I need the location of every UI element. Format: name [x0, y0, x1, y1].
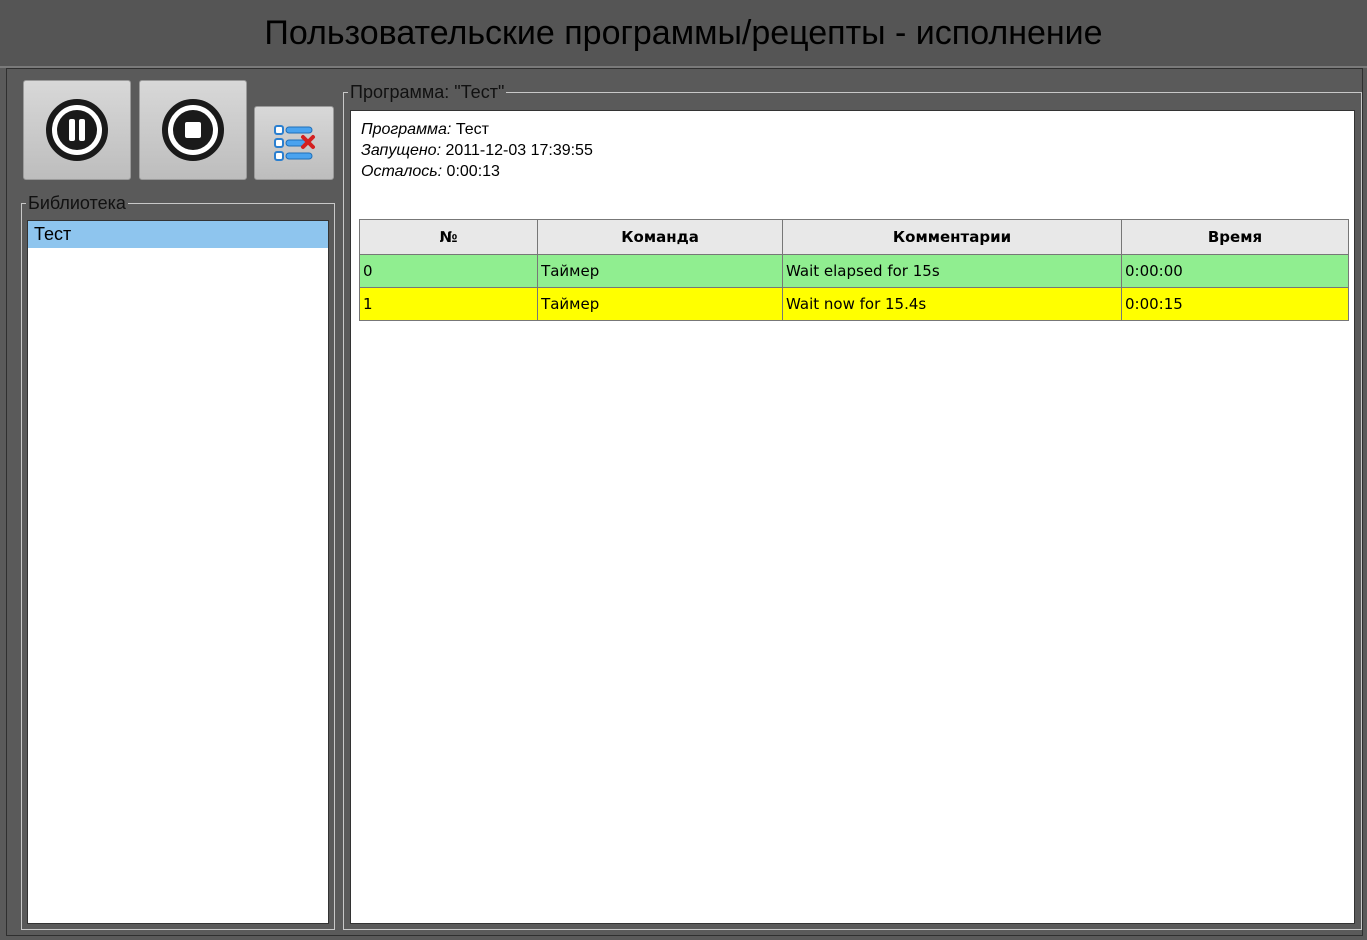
table-row[interactable]: 1 Таймер Wait now for 15.4s 0:00:15 [358, 287, 1350, 321]
program-legend: Программа: "Тест" [348, 82, 507, 102]
cell-time: 0:00:00 [1120, 254, 1350, 288]
list-remove-icon [274, 125, 315, 161]
pause-icon [46, 99, 108, 161]
cell-command: Таймер [537, 254, 784, 288]
info-remaining-label: Осталось: [361, 163, 443, 180]
commands-table[interactable]: № Команда Комментарии Время 0 Таймер Wai… [358, 219, 1350, 321]
cell-time: 0:00:15 [1120, 287, 1350, 321]
col-header-command[interactable]: Команда [537, 219, 784, 255]
cell-number: 1 [358, 287, 539, 321]
cell-comment: Wait now for 15.4s [782, 287, 1122, 321]
info-started-value: 2011-12-03 17:39:55 [445, 142, 593, 159]
pause-button[interactable] [23, 80, 131, 180]
col-header-number[interactable]: № [358, 219, 539, 255]
cell-comment: Wait elapsed for 15s [782, 254, 1122, 288]
col-header-comment[interactable]: Комментарии [782, 219, 1122, 255]
table-row[interactable]: 0 Таймер Wait elapsed for 15s 0:00:00 [358, 254, 1350, 288]
col-header-time[interactable]: Время [1120, 219, 1350, 255]
library-item[interactable]: Тест [28, 221, 328, 248]
cell-number: 0 [358, 254, 539, 288]
window-title: Пользовательские программы/рецепты - исп… [0, 0, 1367, 68]
info-started-label: Запущено: [361, 142, 442, 159]
info-program-value: Тест [455, 121, 489, 138]
table-header-row: № Команда Комментарии Время [358, 219, 1350, 255]
library-list[interactable]: Тест [27, 220, 329, 924]
program-info: Программа: Тест Запущено: 2011-12-03 17:… [361, 119, 593, 182]
info-program-line: Программа: Тест [361, 119, 593, 140]
cell-command: Таймер [537, 287, 784, 321]
info-remaining-value: 0:00:13 [446, 163, 500, 180]
stop-icon [162, 99, 224, 161]
library-legend: Библиотека [26, 193, 128, 213]
program-panel: Программа: Тест Запущено: 2011-12-03 17:… [350, 110, 1355, 924]
clear-list-button[interactable] [254, 106, 334, 180]
info-program-label: Программа: [361, 121, 452, 138]
stop-button[interactable] [139, 80, 247, 180]
info-remaining-line: Осталось: 0:00:13 [361, 161, 593, 182]
info-started-line: Запущено: 2011-12-03 17:39:55 [361, 140, 593, 161]
